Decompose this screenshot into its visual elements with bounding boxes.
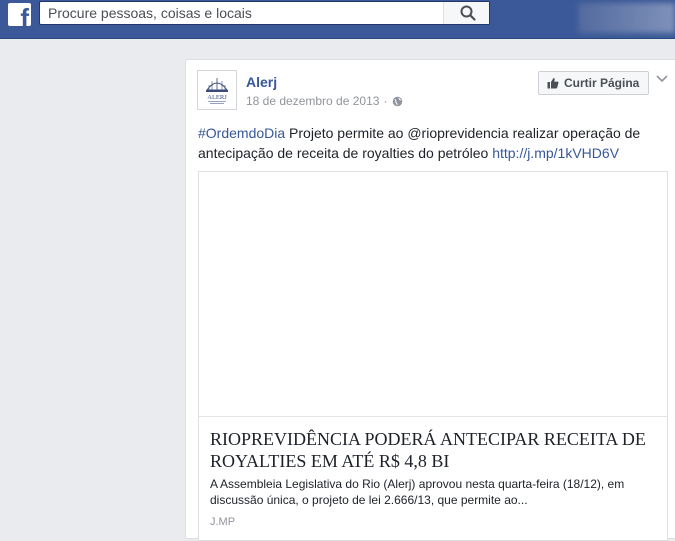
like-page-button[interactable]: Curtir Página bbox=[538, 71, 650, 95]
meta-separator: · bbox=[383, 94, 388, 108]
page-avatar[interactable]: ALERJ bbox=[197, 70, 237, 110]
search-button[interactable] bbox=[443, 2, 489, 24]
hashtag-link[interactable]: #OrdemdoDia bbox=[198, 125, 285, 141]
preview-domain: J.MP bbox=[210, 516, 236, 528]
alerj-logo-icon: ALERJ bbox=[206, 78, 228, 104]
top-bar: f bbox=[0, 0, 675, 39]
post-meta: 18 de dezembro de 2013 · bbox=[246, 94, 403, 108]
page-name-link[interactable]: Alerj bbox=[246, 74, 277, 90]
profile-area-blurred[interactable] bbox=[578, 3, 675, 33]
shortlink[interactable]: http://j.mp/1kVHD6V bbox=[492, 145, 619, 161]
link-preview[interactable]: RIOPREVIDÊNCIA PODERÁ ANTECIPAR RECEITA … bbox=[198, 171, 668, 541]
post-card: ALERJ Alerj 18 de dezembro de 2013 · Cur… bbox=[185, 59, 675, 541]
preview-title[interactable]: RIOPREVIDÊNCIA PODERÁ ANTECIPAR RECEITA … bbox=[210, 428, 650, 472]
post-date[interactable]: 18 de dezembro de 2013 bbox=[246, 94, 379, 108]
search-input[interactable] bbox=[40, 2, 443, 24]
globe-icon[interactable] bbox=[392, 96, 403, 107]
post-text: #OrdemdoDia Projeto permite ao @rioprevi… bbox=[198, 123, 668, 163]
facebook-logo[interactable]: f bbox=[8, 3, 31, 26]
preview-image[interactable] bbox=[199, 172, 667, 417]
avatar-text: ALERJ bbox=[207, 94, 227, 101]
search-icon bbox=[460, 5, 476, 21]
chevron-down-icon[interactable] bbox=[656, 74, 668, 84]
like-button-label: Curtir Página bbox=[564, 76, 640, 90]
search-box bbox=[39, 1, 490, 25]
thumbs-up-icon bbox=[547, 78, 559, 89]
preview-description: A Assembleia Legislativa do Rio (Alerj) … bbox=[210, 477, 625, 507]
